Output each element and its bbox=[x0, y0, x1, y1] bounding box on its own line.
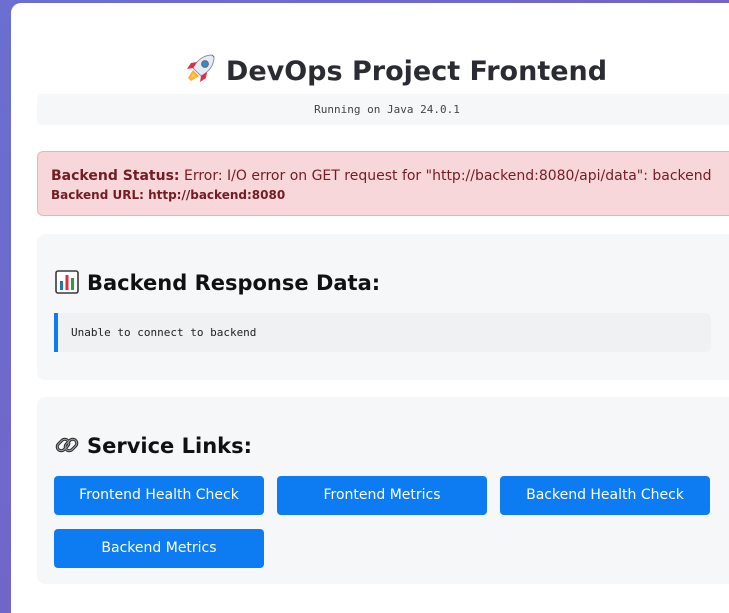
backend-status-label: Backend Status: bbox=[51, 168, 180, 184]
backend-url-text: Backend URL: http://backend:8080 bbox=[51, 188, 286, 202]
java-version-text: Running on Java 24.0.1 bbox=[314, 103, 460, 116]
frontend-health-check-button[interactable]: Frontend Health Check bbox=[54, 476, 264, 515]
java-version-bar: Running on Java 24.0.1 bbox=[37, 94, 729, 125]
frontend-metrics-button[interactable]: Frontend Metrics bbox=[277, 476, 487, 515]
backend-response-heading: Backend Response Data: bbox=[55, 269, 380, 297]
service-links-heading: Service Links: bbox=[55, 432, 252, 460]
backend-status-alert: Backend Status: Error: I/O error on GET … bbox=[37, 151, 729, 216]
rocket-icon bbox=[186, 54, 215, 82]
service-links-heading-text: Service Links: bbox=[87, 434, 253, 458]
service-links-section: Service Links: Frontend Health Check Fro… bbox=[37, 397, 729, 584]
bar-chart-icon bbox=[55, 270, 79, 294]
backend-health-check-button[interactable]: Backend Health Check bbox=[500, 476, 710, 515]
main-card: DevOps Project Frontend Running on Java … bbox=[11, 3, 729, 613]
link-icon bbox=[55, 437, 79, 453]
backend-response-content: Unable to connect to backend bbox=[71, 326, 257, 339]
backend-metrics-button[interactable]: Backend Metrics bbox=[54, 529, 264, 568]
backend-status-message: Error: I/O error on GET request for "htt… bbox=[183, 168, 712, 184]
backend-status-line: Backend Status: Error: I/O error on GET … bbox=[51, 166, 724, 186]
backend-response-section: Backend Response Data: Unable to connect… bbox=[37, 234, 729, 380]
page-title: DevOps Project Frontend bbox=[11, 51, 729, 91]
backend-response-box: Unable to connect to backend bbox=[54, 313, 711, 352]
page-title-text: DevOps Project Frontend bbox=[225, 56, 608, 87]
backend-response-heading-text: Backend Response Data: bbox=[87, 271, 381, 295]
